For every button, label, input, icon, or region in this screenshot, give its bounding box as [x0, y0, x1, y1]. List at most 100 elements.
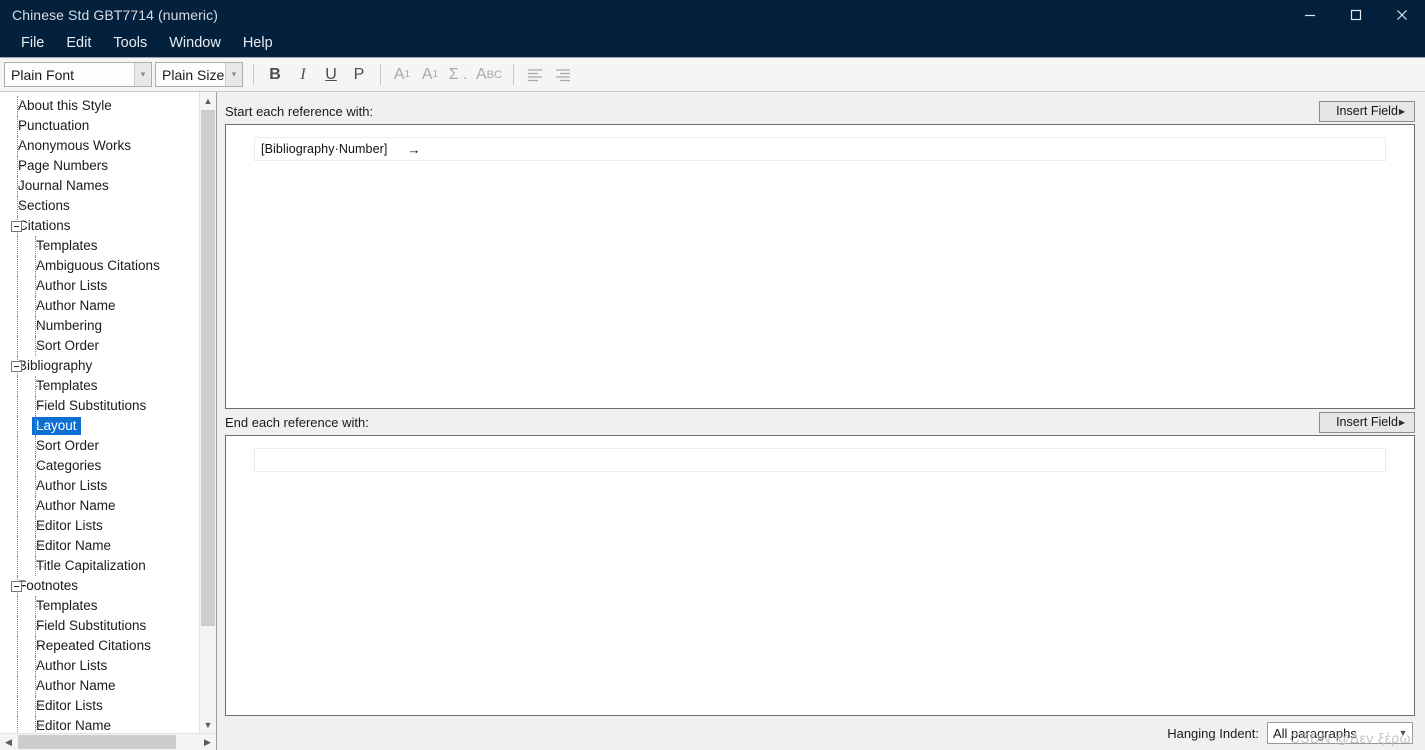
- align-right-button[interactable]: [549, 61, 577, 88]
- end-reference-paragraph[interactable]: [254, 448, 1386, 472]
- italic-button[interactable]: I: [289, 61, 317, 88]
- font-combo-value: Plain Font: [11, 66, 75, 83]
- tree-gutter: [0, 676, 44, 696]
- hanging-indent-select[interactable]: All paragraphs ▾: [1267, 722, 1413, 744]
- tree-trunk-line: [17, 456, 18, 476]
- tree-item-label: Repeated Citations: [36, 638, 151, 653]
- tree-gutter: [0, 456, 44, 476]
- tree-item-layout[interactable]: Layout: [0, 416, 199, 436]
- tree-item-footnotes[interactable]: Footnotes: [0, 576, 199, 596]
- tree-item-editor-name[interactable]: Editor Name: [0, 536, 199, 556]
- tree-gutter: [0, 396, 44, 416]
- tree-collapse-icon[interactable]: [11, 581, 22, 592]
- tree-branch-line: [36, 646, 44, 647]
- subscript-button[interactable]: A1: [416, 61, 444, 88]
- tree-collapse-icon[interactable]: [11, 221, 22, 232]
- end-reference-editor[interactable]: [225, 435, 1415, 716]
- bold-button[interactable]: B: [261, 61, 289, 88]
- tree-branch-line: [36, 706, 44, 707]
- tree-item-sort-order[interactable]: Sort Order: [0, 436, 199, 456]
- menu-item-edit[interactable]: Edit: [55, 32, 102, 54]
- tree-item-punctuation[interactable]: Punctuation: [0, 116, 199, 136]
- tree-item-templates[interactable]: Templates: [0, 236, 199, 256]
- tree-branch-line: [36, 346, 44, 347]
- symbol-button[interactable]: Σ .: [444, 61, 472, 88]
- tree-item-templates[interactable]: Templates: [0, 596, 199, 616]
- close-button[interactable]: [1379, 0, 1425, 29]
- size-combo[interactable]: Plain Size ▾: [155, 62, 243, 87]
- style-tree[interactable]: About this Style Punctuation Anonymous Wor…: [0, 92, 199, 733]
- insert-field-button-end[interactable]: Insert Field ▶: [1319, 411, 1415, 433]
- hanging-indent-label: Hanging Indent:: [1167, 725, 1259, 741]
- tree-item-author-lists[interactable]: Author Lists: [0, 276, 199, 296]
- tree-trunk-line: [17, 376, 18, 396]
- menu-item-file[interactable]: File: [10, 32, 55, 54]
- tree-item-editor-name[interactable]: Editor Name: [0, 716, 199, 733]
- scroll-down-icon[interactable]: ▼: [200, 716, 216, 733]
- tree-gutter: [0, 276, 44, 296]
- tree-item-sections[interactable]: Sections: [0, 196, 199, 216]
- underline-button[interactable]: U: [317, 61, 345, 88]
- align-left-button[interactable]: [521, 61, 549, 88]
- font-combo[interactable]: Plain Font ▾: [4, 62, 152, 87]
- tree-item-ambiguous-citations[interactable]: Ambiguous Citations: [0, 256, 199, 276]
- maximize-button[interactable]: [1333, 0, 1379, 29]
- caret-right-icon: ▶: [1398, 417, 1405, 427]
- scroll-right-icon[interactable]: ▶: [199, 734, 216, 750]
- tree-item-bibliography[interactable]: Bibliography: [0, 356, 199, 376]
- vertical-scroll-thumb[interactable]: [201, 110, 215, 626]
- scroll-left-icon[interactable]: ◀: [0, 734, 17, 750]
- insert-field-button-start[interactable]: Insert Field ▶: [1319, 100, 1415, 122]
- tree-item-author-lists[interactable]: Author Lists: [0, 656, 199, 676]
- small-caps-button[interactable]: A BC: [472, 61, 506, 88]
- tree-item-categories[interactable]: Categories: [0, 456, 199, 476]
- tree-item-editor-lists[interactable]: Editor Lists: [0, 516, 199, 536]
- maximize-icon: [1350, 9, 1362, 20]
- sidebar-horizontal-scrollbar[interactable]: ◀ ▶: [0, 733, 216, 750]
- tree-trunk-line: [17, 676, 18, 696]
- tree-trunk-line: [17, 276, 18, 296]
- tree-item-author-name[interactable]: Author Name: [0, 676, 199, 696]
- tree-item-title-capitalization[interactable]: Title Capitalization: [0, 556, 199, 576]
- sidebar-vertical-scrollbar[interactable]: ▲ ▼: [199, 92, 216, 733]
- tree-item-templates[interactable]: Templates: [0, 376, 199, 396]
- tree-gutter: [0, 656, 44, 676]
- tree-trunk-line: [17, 556, 18, 576]
- tree-item-author-name[interactable]: Author Name: [0, 496, 199, 516]
- menu-item-help[interactable]: Help: [232, 32, 284, 54]
- tree-item-anonymous-works[interactable]: Anonymous Works: [0, 136, 199, 156]
- minimize-button[interactable]: [1287, 0, 1333, 29]
- tree-item-sort-order[interactable]: Sort Order: [0, 336, 199, 356]
- menu-item-window[interactable]: Window: [158, 32, 232, 54]
- tree-item-numbering[interactable]: Numbering: [0, 316, 199, 336]
- tree-branch-line: [36, 266, 44, 267]
- bibliography-number-field[interactable]: [Bibliography·Number]: [261, 142, 387, 156]
- tree-branch-line: [18, 166, 26, 167]
- tree-item-field-substitutions[interactable]: Field Substitutions: [0, 396, 199, 416]
- tree-branch-line: [36, 626, 44, 627]
- tree-item-citations[interactable]: Citations: [0, 216, 199, 236]
- tree-gutter: [0, 176, 26, 196]
- tree-gutter: [0, 576, 26, 596]
- chevron-down-icon: ▾: [134, 63, 151, 86]
- tree-gutter: [0, 716, 44, 733]
- menu-item-tools[interactable]: Tools: [102, 32, 158, 54]
- plain-text-button[interactable]: P: [345, 61, 373, 88]
- superscript-button[interactable]: A1: [388, 61, 416, 88]
- tree-item-about-this-style[interactable]: About this Style: [0, 96, 199, 116]
- tree-item-page-numbers[interactable]: Page Numbers: [0, 156, 199, 176]
- tree-item-journal-names[interactable]: Journal Names: [0, 176, 199, 196]
- horizontal-scroll-thumb[interactable]: [18, 735, 176, 749]
- start-reference-paragraph[interactable]: [Bibliography·Number] →: [254, 137, 1386, 161]
- tree-gutter: [0, 336, 44, 356]
- tree-trunk-line: [17, 636, 18, 656]
- scroll-up-icon[interactable]: ▲: [200, 92, 216, 109]
- tree-item-author-name[interactable]: Author Name: [0, 296, 199, 316]
- tree-item-repeated-citations[interactable]: Repeated Citations: [0, 636, 199, 656]
- tree-item-author-lists[interactable]: Author Lists: [0, 476, 199, 496]
- toolbar-separator: [512, 64, 514, 85]
- start-reference-editor[interactable]: [Bibliography·Number] →: [225, 124, 1415, 409]
- tree-item-editor-lists[interactable]: Editor Lists: [0, 696, 199, 716]
- tree-item-field-substitutions[interactable]: Field Substitutions: [0, 616, 199, 636]
- tree-collapse-icon[interactable]: [11, 361, 22, 372]
